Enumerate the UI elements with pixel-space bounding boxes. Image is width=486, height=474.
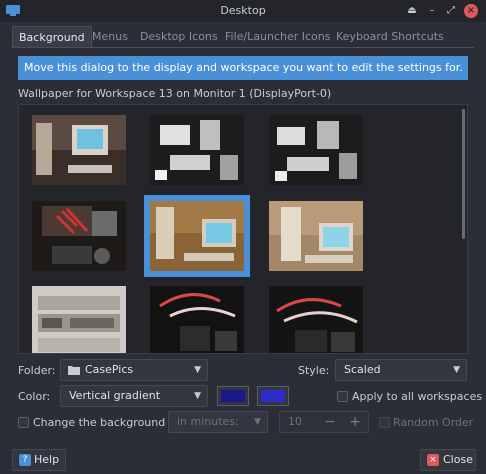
tab-file-launcher-icons[interactable]: File/Launcher Icons bbox=[225, 26, 330, 47]
chevron-down-icon: ▼ bbox=[194, 391, 201, 401]
wallpaper-label: Wallpaper for Workspace 13 on Monitor 1 … bbox=[18, 87, 332, 100]
random-order-checkbox[interactable] bbox=[379, 417, 390, 428]
interval-unit-select[interactable]: in minutes: ▼ bbox=[168, 411, 268, 433]
wallpaper-thumbnail[interactable] bbox=[269, 115, 363, 185]
title-bar: Desktop ⏏ – ⤢ × bbox=[0, 0, 486, 22]
folder-value: CasePics bbox=[85, 363, 134, 376]
color-mode-value: Vertical gradient bbox=[69, 389, 161, 402]
wallpaper-gallery[interactable] bbox=[18, 104, 468, 354]
tab-desktop-icons[interactable]: Desktop Icons bbox=[140, 26, 218, 47]
chevron-down-icon: ▼ bbox=[194, 365, 201, 375]
interval-spinbox[interactable]: 10 − + bbox=[279, 411, 369, 433]
style-label: Style: bbox=[298, 364, 330, 377]
secondary-color-button[interactable] bbox=[257, 386, 289, 406]
help-icon: ? bbox=[19, 454, 31, 466]
apply-all-checkbox[interactable] bbox=[337, 391, 348, 402]
info-banner: Move this dialog to the display and work… bbox=[18, 56, 468, 80]
folder-select[interactable]: CasePics ▼ bbox=[60, 359, 208, 381]
change-background-checkbox[interactable] bbox=[18, 417, 29, 428]
close-window-icon[interactable]: × bbox=[464, 4, 478, 18]
wallpaper-thumbnail-selected[interactable] bbox=[144, 195, 250, 277]
wallpaper-thumbnail[interactable] bbox=[32, 115, 126, 185]
style-select[interactable]: Scaled ▼ bbox=[335, 359, 467, 381]
random-order-label: Random Order bbox=[393, 416, 474, 429]
close-button[interactable]: × Close bbox=[420, 449, 476, 471]
help-button[interactable]: ? Help bbox=[12, 449, 66, 471]
tab-divider bbox=[12, 47, 474, 48]
interval-unit-value: in minutes: bbox=[177, 415, 239, 428]
chevron-down-icon: ▼ bbox=[254, 417, 261, 427]
primary-color-button[interactable] bbox=[217, 386, 249, 406]
color-mode-select[interactable]: Vertical gradient ▼ bbox=[60, 385, 208, 407]
interval-value: 10 bbox=[288, 415, 302, 428]
plus-icon[interactable]: + bbox=[343, 412, 367, 432]
wallpaper-thumbnail[interactable] bbox=[269, 201, 363, 271]
apply-all-label: Apply to all workspaces bbox=[352, 390, 483, 403]
tab-background[interactable]: Background bbox=[12, 26, 92, 48]
primary-color-swatch bbox=[221, 390, 245, 402]
keep-above-icon[interactable]: ⏏ bbox=[405, 4, 419, 18]
secondary-color-swatch bbox=[261, 390, 285, 402]
help-label: Help bbox=[34, 453, 60, 466]
folder-label: Folder: bbox=[18, 364, 56, 377]
minus-icon[interactable]: − bbox=[318, 412, 342, 432]
style-value: Scaled bbox=[344, 363, 381, 376]
tab-keyboard-shortcuts[interactable]: Keyboard Shortcuts bbox=[336, 26, 444, 47]
wallpaper-thumbnail[interactable] bbox=[150, 286, 244, 354]
selected-wallpaper-image bbox=[150, 201, 244, 271]
tab-menus[interactable]: Menus bbox=[92, 26, 128, 47]
minimize-icon[interactable]: – bbox=[425, 4, 439, 18]
color-label: Color: bbox=[18, 390, 51, 403]
change-background-label: Change the background bbox=[33, 416, 166, 429]
close-icon: × bbox=[427, 454, 439, 466]
maximize-icon[interactable]: ⤢ bbox=[444, 4, 458, 18]
wallpaper-thumbnail[interactable] bbox=[32, 286, 126, 354]
chevron-down-icon: ▼ bbox=[453, 365, 460, 375]
folder-icon bbox=[68, 366, 80, 375]
wallpaper-thumbnail[interactable] bbox=[32, 201, 126, 271]
wallpaper-thumbnail[interactable] bbox=[269, 286, 363, 354]
gallery-scrollbar[interactable] bbox=[462, 109, 465, 239]
close-label: Close bbox=[443, 453, 473, 466]
wallpaper-thumbnail[interactable] bbox=[150, 115, 244, 185]
